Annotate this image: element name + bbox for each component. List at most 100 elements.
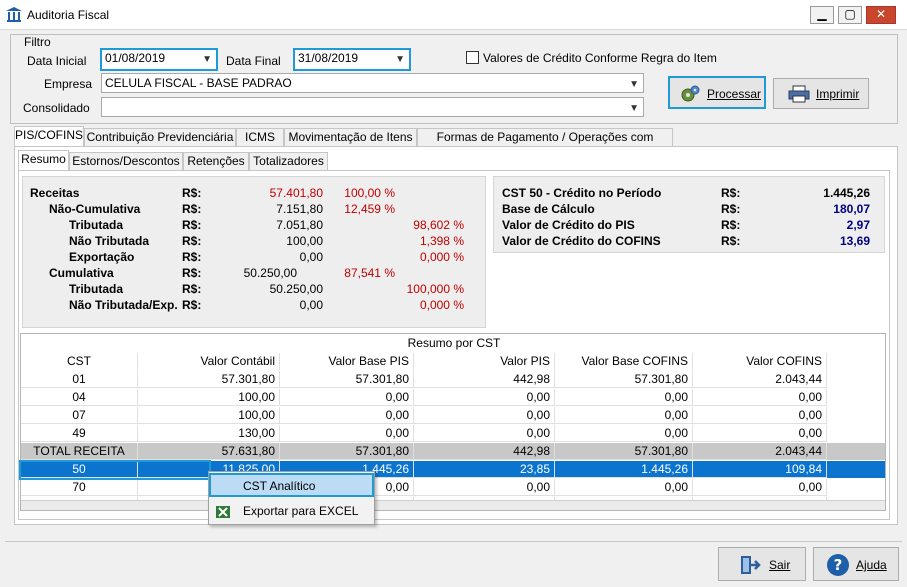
table-cell: 0,00 [693,479,827,496]
table-row[interactable]: 49 130,00 0,00 0,00 0,00 0,00 [21,425,885,442]
receita-percent: 12,459 % [344,202,395,216]
receita-percent: 87,541 % [344,266,395,280]
horizontal-scrollbar[interactable] [21,500,885,510]
tab-icms[interactable]: ICMS [236,128,284,146]
grid-header-cell[interactable]: CST [21,353,138,370]
main-tabs: PIS/COFINS Contribuição Previdenciária I… [14,126,898,160]
table-row[interactable]: 70 0,00 0,00 0,00 0,00 [21,479,885,496]
credito-regra-label: Valores de Crédito Conforme Regra do Ite… [483,51,717,65]
context-menu: CST Analítico Exportar para EXCEL [208,471,375,525]
window-title: Auditoria Fiscal [27,8,110,22]
tab-formas-pagamento[interactable]: Formas de Pagamento / Operações com Cart… [417,128,673,160]
table-cell: 57.301,80 [555,371,693,388]
credito-value: 13,69 [839,234,870,248]
table-cell: 49 [21,425,138,442]
receita-percent: 1,398 % [419,234,464,248]
svg-text:?: ? [834,556,843,574]
table-cell: 0,00 [693,407,827,424]
table-cell: 57.301,80 [138,371,280,388]
sub-tabs: Resumo Estornos/Descontos Retenções Tota… [18,150,888,170]
table-cell: 57.301,80 [280,371,414,388]
credito-label: Valor de Crédito do COFINS [502,234,661,248]
tab-pis-cofins[interactable]: PIS/COFINS [14,126,84,146]
imprimir-button[interactable]: Imprimir [773,78,869,109]
table-row[interactable]: 01 57.301,80 57.301,80 442,98 57.301,80 2.043… [21,371,885,388]
empresa-label: Empresa [44,77,93,91]
resumo-cst-grid: Resumo por CST CST Valor Contábil Valor Ba… [20,333,886,511]
credito-currency: R$: [721,202,741,216]
table-cell: 0,00 [693,425,827,442]
table-cell: 100,00 [138,389,280,406]
receita-label: Não Tributada/Exp. [69,298,178,312]
sair-button[interactable]: Sair [718,547,806,581]
table-cell: 0,00 [693,389,827,406]
consolidado-label: Consolidado [23,101,90,115]
receita-label: Receitas [30,186,80,200]
table-cell: 0,00 [555,407,693,424]
table-cell: 442,98 [414,371,555,388]
credito-value: 1.445,26 [823,186,870,200]
receita-currency: R$: [182,250,202,264]
close-button[interactable]: ✕ [866,6,896,24]
receita-value: 50.250,00 [269,282,323,296]
table-cell: 57.631,80 [138,443,280,460]
grid-header-cell[interactable]: Valor COFINS [693,353,827,370]
receita-value: 50.250,00 [243,266,297,280]
ajuda-button[interactable]: ? Ajuda [813,547,899,581]
receita-value: 7.051,80 [276,218,323,232]
credito-value: 180,07 [833,202,870,216]
credito-value: 2,97 [846,218,870,232]
table-row[interactable]: 04 100,00 0,00 0,00 0,00 0,00 [21,389,885,406]
consolidado-select[interactable]: ▼ [101,97,644,117]
grid-title: Resumo por CST [407,336,501,350]
grid-header-cell[interactable]: Valor Base PIS [280,353,414,370]
receita-currency: R$: [182,266,202,280]
grid-header-cell[interactable]: Valor PIS [414,353,555,370]
table-cell: 0,00 [414,407,555,424]
table-cell: 0,00 [414,425,555,442]
tab-retencoes[interactable]: Retenções [183,152,249,170]
receita-currency: R$: [182,298,202,312]
tab-movimentacao-itens[interactable]: Movimentação de Itens [284,128,417,146]
receita-percent: 98,602 % [413,218,464,232]
tab-totalizadores[interactable]: Totalizadores [249,152,328,170]
menu-item-cst-analitico[interactable]: CST Analítico [209,473,374,497]
credito-regra-checkbox[interactable] [466,51,479,64]
receita-percent: 100,00 % [344,186,395,200]
receita-label: Não Tributada [69,234,150,248]
credito-currency: R$: [721,234,741,248]
selected-cst-highlight [19,460,211,480]
table-row[interactable]: TOTAL RECEITA 57.631,80 57.301,80 442,98 57.… [21,443,885,460]
table-row[interactable]: 07 100,00 0,00 0,00 0,00 0,00 [21,407,885,424]
table-cell: 57.301,80 [280,443,414,460]
tab-contribuicao-previdenciaria[interactable]: Contribuição Previdenciária [84,128,236,146]
table-cell: 2.043,44 [693,443,827,460]
receita-percent: 100,000 % [406,282,464,296]
table-cell: 23,85 [414,461,555,478]
receita-percent: 0,000 % [419,250,464,264]
maximize-button[interactable]: ▢ [838,6,862,24]
data-inicial-field[interactable]: 01/08/2019 ▼ [100,48,218,71]
excel-icon [216,506,230,518]
receita-currency: R$: [182,282,202,296]
receita-label: Não-Cumulativa [49,202,141,216]
grid-header-cell[interactable]: Valor Contábil [138,353,280,370]
table-cell: 07 [21,407,138,424]
grid-header-row: CST Valor Contábil Valor Base PIS Valor PIS… [21,353,885,370]
credito-label: Base de Cálculo [502,202,595,216]
data-final-field[interactable]: 31/08/2019 ▼ [293,48,411,71]
table-cell: 100,00 [138,407,280,424]
filtro-legend: Filtro [22,35,53,49]
table-cell: 442,98 [414,443,555,460]
table-cell: 109,84 [693,461,827,478]
help-icon: ? [827,554,849,576]
empresa-select[interactable]: CELULA FISCAL - BASE PADRAO ▼ [101,73,644,93]
title-bar: Auditoria Fiscal ▁ ▢ ✕ [0,0,907,30]
printer-icon [788,85,810,103]
grid-header-cell[interactable]: Valor Base COFINS [555,353,693,370]
minimize-button[interactable]: ▁ [810,6,834,24]
menu-item-exportar-excel[interactable]: Exportar para EXCEL [209,500,374,524]
processar-button[interactable]: Processar [668,76,766,109]
tab-estornos-descontos[interactable]: Estornos/Descontos [69,152,183,170]
tab-resumo[interactable]: Resumo [18,150,69,170]
